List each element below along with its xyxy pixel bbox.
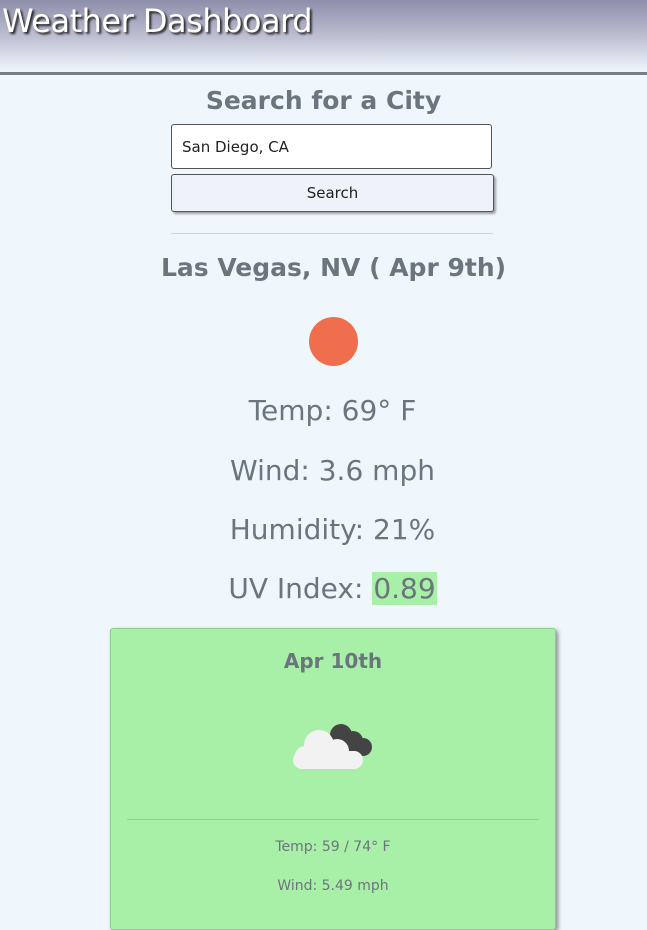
- app-title: Weather Dashboard: [2, 2, 313, 40]
- forecast-card: Apr 10th Temp: 59 / 74° F Wind: 5.49 mph: [110, 628, 556, 930]
- current-wind: Wind: 3.6 mph: [230, 454, 435, 487]
- current-temp: Temp: 69° F: [248, 394, 417, 427]
- broken-clouds-icon: [293, 724, 372, 769]
- divider: [171, 233, 493, 234]
- city-search-input[interactable]: [171, 124, 492, 169]
- current-humidity: Humidity: 21%: [229, 513, 436, 546]
- forecast-wind: Wind: 5.49 mph: [277, 878, 389, 894]
- current-uv: UV Index: 0.89: [0, 572, 647, 605]
- forecast-temp: Temp: 59 / 74° F: [275, 839, 391, 855]
- sun-icon: [309, 317, 358, 366]
- search-title: Search for a City: [205, 86, 442, 115]
- uv-label: UV Index:: [228, 572, 373, 605]
- card-divider: [127, 819, 539, 820]
- search-button[interactable]: Search: [171, 174, 494, 212]
- current-city-title: Las Vegas, NV ( Apr 9th): [160, 253, 507, 282]
- forecast-date: Apr 10th: [283, 649, 383, 673]
- uv-index-badge: 0.89: [372, 572, 437, 605]
- header: Weather Dashboard: [0, 0, 647, 75]
